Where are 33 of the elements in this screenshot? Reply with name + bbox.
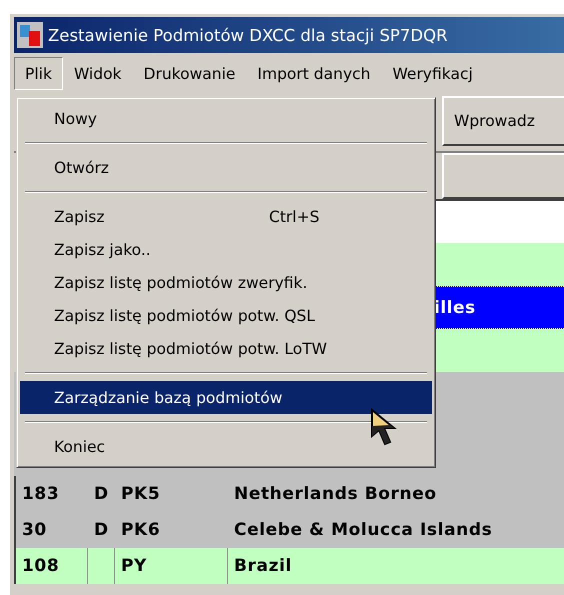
toolbar-button[interactable]: Wprowadz bbox=[442, 96, 564, 146]
table-cell: Netherlands Borneo bbox=[234, 484, 437, 504]
table-row[interactable] bbox=[434, 243, 564, 286]
menu-item[interactable]: Zapisz listę podmiotów potw. QSL bbox=[20, 299, 432, 332]
menu-item[interactable]: Otwórz bbox=[20, 151, 432, 184]
menu-item[interactable]: Zapisz jako.. bbox=[20, 233, 432, 266]
row-text: illes bbox=[434, 298, 476, 318]
shortcut-label: Ctrl+S bbox=[269, 208, 320, 226]
menu-item[interactable]: Zapisz listę podmiotów potw. LoTW bbox=[20, 332, 432, 365]
table-row[interactable]: illes bbox=[434, 286, 564, 329]
menu-item[interactable]: Zapisz Ctrl+S bbox=[20, 200, 432, 233]
menu-bar-item[interactable]: Plik bbox=[14, 56, 63, 90]
table-cell: 108 bbox=[22, 556, 60, 576]
table-cell: D bbox=[94, 484, 109, 504]
window-title: Zestawienie Podmiotów DXCC dla stacji SP7DQR bbox=[48, 26, 448, 44]
menu-bar-item[interactable]: Drukowanie bbox=[132, 56, 246, 90]
menu-item[interactable]: Zarządzanie bazą podmiotów bbox=[20, 381, 432, 414]
table-cell: 30 bbox=[22, 520, 47, 540]
table-cell: PK6 bbox=[121, 520, 160, 540]
menu-bar-item[interactable]: Import danych bbox=[246, 56, 382, 90]
menu-bar-item[interactable]: Weryfikacj bbox=[381, 56, 484, 90]
table-cell: 183 bbox=[22, 484, 60, 504]
menu-item[interactable]: Nowy bbox=[20, 102, 432, 135]
menu-item[interactable]: Koniec bbox=[20, 430, 432, 463]
app-logo-icon bbox=[17, 22, 43, 48]
table-cell: PY bbox=[121, 556, 147, 576]
table-row[interactable] bbox=[434, 329, 564, 372]
menu-bar-item[interactable]: Widok bbox=[62, 56, 133, 90]
table-cell: Celebe & Molucca Islands bbox=[234, 520, 492, 540]
table-cell: D bbox=[94, 520, 109, 540]
table-cell: Brazil bbox=[234, 556, 292, 576]
table-cell: PK5 bbox=[121, 484, 160, 504]
menu-item[interactable]: Zapisz listę podmiotów zweryfik. bbox=[20, 266, 432, 299]
